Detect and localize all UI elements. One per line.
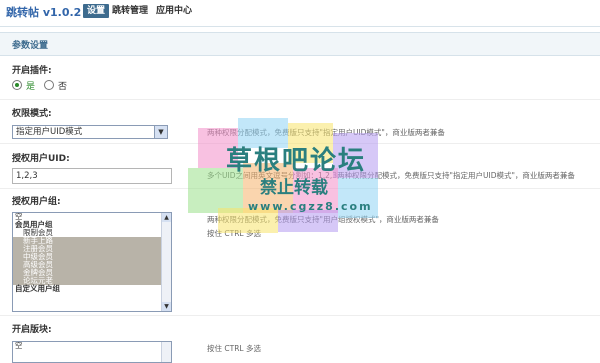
- permission-mode-value: 指定用户UID模式: [16, 127, 83, 137]
- section-header: 参数设置: [0, 32, 600, 56]
- enabled-forums-label: 开启版块:: [12, 325, 52, 335]
- authorized-group-label: 授权用户组:: [12, 197, 61, 207]
- row-divider: [0, 315, 600, 316]
- authorized-uid-label: 授权用户UID:: [12, 154, 70, 164]
- permission-mode-select[interactable]: 指定用户UID模式 ▼: [12, 125, 168, 139]
- watermark-url: www.cgzz8.com: [248, 200, 373, 213]
- watermark-overlay: 草根吧论坛 禁止转载 www.cgzz8.com: [178, 118, 403, 238]
- enable-no-radio[interactable]: [44, 80, 54, 90]
- enable-no-label[interactable]: 否: [58, 79, 67, 92]
- enabled-forums-listbox[interactable]: 空: [12, 341, 172, 363]
- watermark-subtitle: 禁止转载: [260, 178, 328, 198]
- tab-app-center[interactable]: 应用中心: [156, 4, 192, 18]
- listbox-scrollbar[interactable]: [161, 342, 171, 362]
- permission-mode-label: 权限模式:: [12, 109, 52, 119]
- enable-yes-radio[interactable]: [12, 80, 22, 90]
- enable-yes-label[interactable]: 是: [26, 79, 35, 92]
- enabled-forums-hint: 按住 CTRL 多选: [207, 344, 261, 353]
- top-bar: 跳转帖 v1.0.2 设置 跳转管理 应用中心: [0, 0, 600, 22]
- section-title: 参数设置: [12, 41, 49, 51]
- authorized-uid-input[interactable]: 1,2,3: [12, 168, 172, 184]
- list-item[interactable]: 空: [13, 342, 171, 350]
- list-group-header: 自定义用户组: [15, 284, 60, 293]
- header-divider: [0, 26, 600, 27]
- watermark-tile: [278, 210, 338, 232]
- authorized-group-listbox[interactable]: 空 会员用户组 限制会员 新手上路 注册会员 中级会员 高级会员 金牌会员 论坛…: [12, 212, 172, 312]
- listbox-scrollbar[interactable]: ▲ ▼: [161, 213, 171, 311]
- enable-plugin-label: 开启插件:: [12, 66, 52, 76]
- tab-redirect-management[interactable]: 跳转管理: [112, 4, 148, 18]
- chevron-down-icon[interactable]: ▼: [154, 126, 167, 138]
- scroll-down-icon[interactable]: ▼: [162, 302, 171, 311]
- plugin-title: 跳转帖 v1.0.2: [6, 6, 82, 19]
- scroll-up-icon[interactable]: ▲: [162, 213, 171, 222]
- row-divider: [0, 99, 600, 100]
- watermark-title: 草根吧论坛: [226, 146, 367, 176]
- tab-settings[interactable]: 设置: [83, 4, 110, 18]
